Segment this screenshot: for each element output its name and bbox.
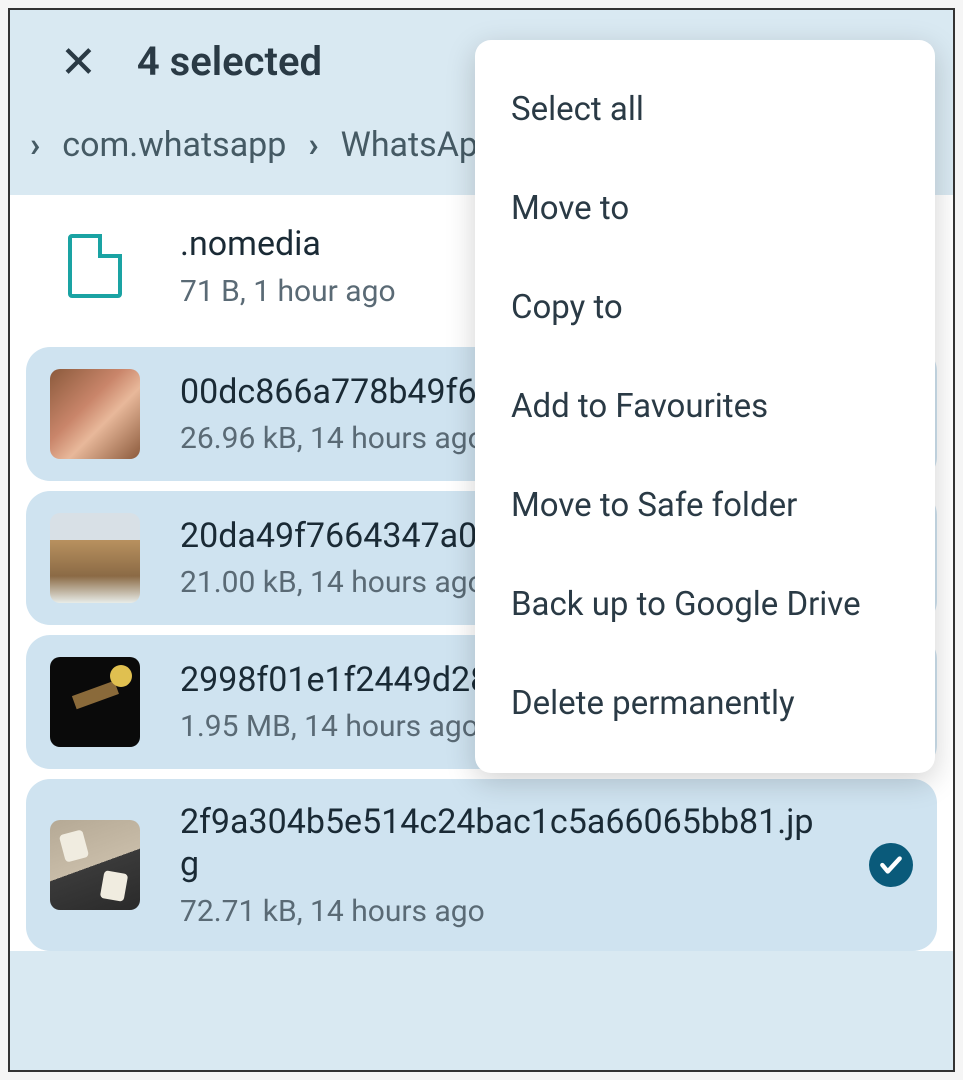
breadcrumb-item[interactable]: WhatsAp	[341, 125, 478, 165]
file-thumbnail	[50, 657, 140, 747]
selection-count: 4 selected	[137, 38, 322, 85]
file-thumbnail	[50, 369, 140, 459]
file-info: 2f9a304b5e514c24bac1c5a66065bb81.jpg 72.…	[180, 801, 829, 929]
file-row[interactable]: 2f9a304b5e514c24bac1c5a66065bb81.jpg 72.…	[26, 779, 937, 951]
context-menu: Select all Move to Copy to Add to Favour…	[475, 40, 935, 773]
file-thumbnail	[50, 513, 140, 603]
file-name: 2f9a304b5e514c24bac1c5a66065bb81.jpg	[180, 801, 829, 886]
breadcrumb-item[interactable]: com.whatsapp	[62, 125, 286, 165]
file-thumbnail	[50, 820, 140, 910]
chevron-right-icon: ›	[30, 125, 40, 165]
close-icon[interactable]: ✕	[60, 40, 97, 84]
chevron-right-icon: ›	[308, 125, 318, 165]
file-meta: 72.71 kB, 14 hours ago	[180, 894, 829, 929]
menu-item-move-safe[interactable]: Move to Safe folder	[475, 456, 935, 555]
menu-item-copy-to[interactable]: Copy to	[475, 258, 935, 357]
menu-item-backup-drive[interactable]: Back up to Google Drive	[475, 555, 935, 654]
menu-item-delete-permanently[interactable]: Delete permanently	[475, 654, 935, 753]
play-icon	[110, 665, 132, 687]
file-icon	[68, 234, 122, 298]
menu-item-add-favourites[interactable]: Add to Favourites	[475, 357, 935, 456]
menu-item-select-all[interactable]: Select all	[475, 60, 935, 159]
menu-item-move-to[interactable]: Move to	[475, 159, 935, 258]
selected-check-icon[interactable]	[869, 843, 913, 887]
